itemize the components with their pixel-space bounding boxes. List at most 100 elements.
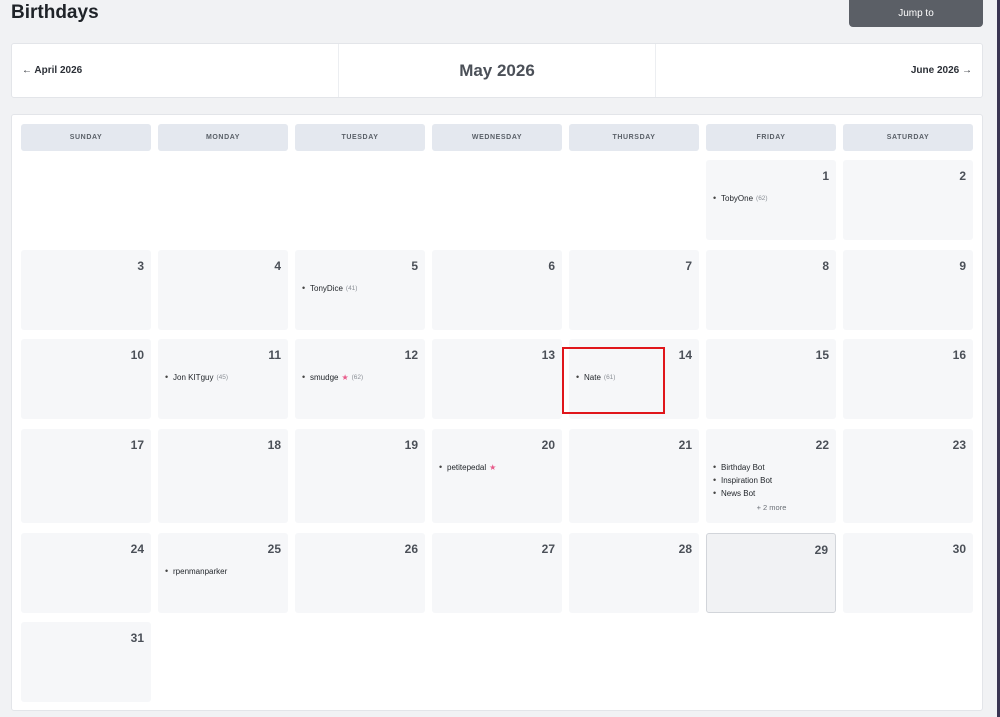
day-cell[interactable]: 1 • TobyOne (62): [706, 160, 836, 240]
day-cell[interactable]: 18: [158, 429, 288, 523]
day-cell[interactable]: 23: [843, 429, 973, 523]
weekday-header-thursday: THURSDAY: [569, 124, 699, 151]
member-name: Inspiration Bot: [721, 476, 773, 485]
day-number: 22: [815, 438, 829, 452]
day-cell[interactable]: 22 • Birthday Bot • Inspiration Bot • News Bot…: [706, 429, 836, 523]
day-number: 2: [959, 169, 966, 183]
day-cell[interactable]: 6: [432, 250, 562, 330]
member-name: Jon KITguy: [173, 373, 214, 382]
day-cell[interactable]: 2: [843, 160, 973, 240]
day-number: 4: [274, 259, 281, 273]
day-cell[interactable]: 27: [432, 533, 562, 613]
day-cell[interactable]: 9: [843, 250, 973, 330]
birthday-entry[interactable]: • Jon KITguy (45): [165, 371, 282, 384]
day-number: 15: [815, 348, 829, 362]
day-cell[interactable]: 25 • rpenmanparker: [158, 533, 288, 613]
birthday-entry[interactable]: • Birthday Bot: [713, 461, 830, 474]
bullet-icon: •: [439, 462, 443, 472]
member-name: rpenmanparker: [173, 567, 228, 576]
day-cell[interactable]: 24: [21, 533, 151, 613]
day-number: 14: [678, 348, 692, 362]
day-cell[interactable]: 13: [432, 339, 562, 419]
day-number: 13: [541, 348, 555, 362]
day-number: 9: [959, 259, 966, 273]
weekday-header-sunday: SUNDAY: [21, 124, 151, 151]
more-birthdays-link[interactable]: + 2 more: [713, 503, 830, 512]
member-age: (41): [345, 285, 358, 292]
day-number: 27: [541, 542, 555, 556]
birthday-list: • TonyDice (41): [302, 282, 419, 295]
birthday-entry[interactable]: • TobyOne (62): [713, 192, 830, 205]
member-name: TobyOne: [721, 194, 754, 203]
previous-month-link[interactable]: ← April 2026: [22, 65, 82, 76]
birthday-list: • Birthday Bot • Inspiration Bot • News Bot + …: [713, 461, 830, 512]
day-number: 21: [678, 438, 692, 452]
day-number: 8: [822, 259, 829, 273]
day-number: 23: [952, 438, 966, 452]
day-cell[interactable]: 12 • smudge ★ (62): [295, 339, 425, 419]
day-cell[interactable]: 19: [295, 429, 425, 523]
member-name: petitepedal: [447, 463, 487, 472]
bullet-icon: •: [713, 488, 717, 498]
day-cell[interactable]: 28: [569, 533, 699, 613]
day-number: 6: [548, 259, 555, 273]
birthday-entry[interactable]: • petitepedal ★: [439, 461, 556, 474]
day-number: 17: [130, 438, 144, 452]
bullet-icon: •: [713, 193, 717, 203]
day-cell[interactable]: 5 • TonyDice (41): [295, 250, 425, 330]
day-cell[interactable]: 8: [706, 250, 836, 330]
member-name: smudge: [310, 373, 339, 382]
day-cell[interactable]: 17: [21, 429, 151, 523]
weekday-header-monday: MONDAY: [158, 124, 288, 151]
day-number: 3: [137, 259, 144, 273]
weekday-header-tuesday: TUESDAY: [295, 124, 425, 151]
weekday-header-wednesday: WEDNESDAY: [432, 124, 562, 151]
day-cell[interactable]: 3: [21, 250, 151, 330]
birthday-list: • TobyOne (62): [713, 192, 830, 205]
day-cell[interactable]: 10: [21, 339, 151, 419]
bullet-icon: •: [713, 462, 717, 472]
bullet-icon: •: [165, 566, 169, 576]
day-number: 18: [267, 438, 281, 452]
bullet-icon: •: [165, 372, 169, 382]
jump-to-button[interactable]: Jump to: [849, 0, 983, 27]
day-number: 26: [404, 542, 418, 556]
birthday-entry[interactable]: • News Bot: [713, 487, 830, 500]
member-name: News Bot: [721, 489, 756, 498]
birthday-list: • rpenmanparker: [165, 565, 282, 578]
day-number: 7: [685, 259, 692, 273]
birthday-entry[interactable]: • TonyDice (41): [302, 282, 419, 295]
birthday-entry[interactable]: • Inspiration Bot: [713, 474, 830, 487]
day-cell[interactable]: 26: [295, 533, 425, 613]
day-cell[interactable]: 4: [158, 250, 288, 330]
calendar-grid: SUNDAY MONDAY TUESDAY WEDNESDAY THURSDAY…: [11, 114, 983, 711]
birthday-entry[interactable]: • rpenmanparker: [165, 565, 282, 578]
star-icon: ★: [341, 373, 349, 382]
next-month-link[interactable]: June 2026 →: [911, 65, 972, 76]
day-cell[interactable]: 21: [569, 429, 699, 523]
day-number: 5: [411, 259, 418, 273]
bullet-icon: •: [302, 283, 306, 293]
day-number: 29: [814, 543, 828, 557]
day-number: 28: [678, 542, 692, 556]
weekday-header-saturday: SATURDAY: [843, 124, 973, 151]
day-number: 20: [541, 438, 555, 452]
day-cell[interactable]: 20 • petitepedal ★: [432, 429, 562, 523]
day-cell-today[interactable]: 29: [706, 533, 836, 613]
member-name: TonyDice: [310, 284, 343, 293]
day-cell[interactable]: 15: [706, 339, 836, 419]
day-number: 10: [130, 348, 144, 362]
day-cell[interactable]: 7: [569, 250, 699, 330]
member-age: (45): [216, 374, 229, 381]
day-cell[interactable]: 16: [843, 339, 973, 419]
member-age: (62): [351, 374, 364, 381]
bullet-icon: •: [713, 475, 717, 485]
day-number: 11: [268, 348, 281, 362]
weekday-header-friday: FRIDAY: [706, 124, 836, 151]
day-cell[interactable]: 31: [21, 622, 151, 702]
birthday-entry[interactable]: • smudge ★ (62): [302, 371, 419, 384]
day-cell[interactable]: 11 • Jon KITguy (45): [158, 339, 288, 419]
day-cell[interactable]: 30: [843, 533, 973, 613]
day-number: 12: [404, 348, 418, 362]
selection-highlight: [562, 347, 665, 414]
